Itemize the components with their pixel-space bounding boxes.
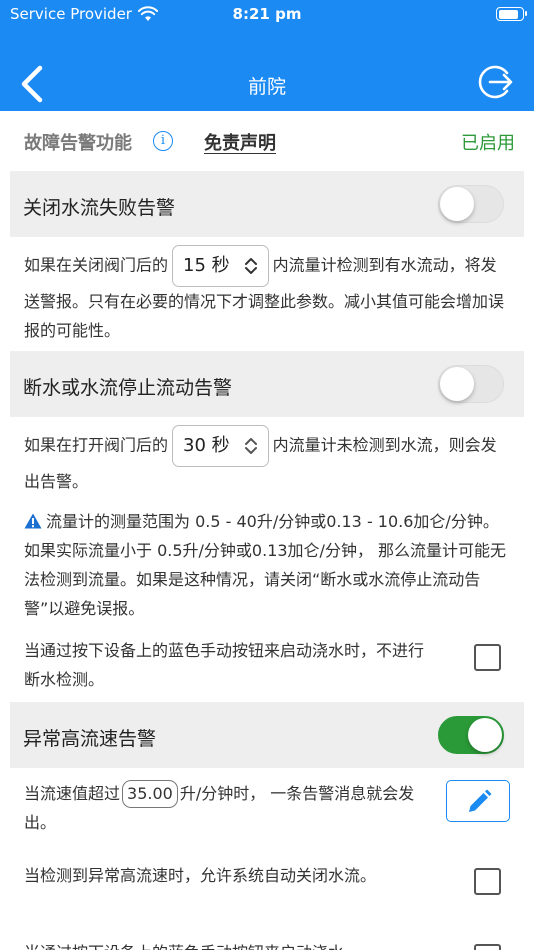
toggle-knob <box>440 187 474 221</box>
stop-flow-delay-select[interactable]: 30 秒 <box>172 425 269 467</box>
high-flow-threshold-value: 35.00 <box>122 780 178 808</box>
flow-range-warning: 流量计的测量范围为 0.5 - 40升/分钟或0.13 - 10.6加仑/分钟。… <box>24 507 510 623</box>
high-flow-manual-text: 当通过按下设备上的蓝色手动按钮来启动浇水 <box>24 938 424 950</box>
toggle-knob <box>440 367 474 401</box>
edit-threshold-button[interactable] <box>446 780 510 822</box>
stop-flow-title: 断水或水流停止流动告警 <box>23 377 233 399</box>
toggle-knob <box>468 718 502 752</box>
info-icon[interactable]: i <box>153 131 173 151</box>
warning-icon <box>24 513 42 529</box>
page-title: 前院 <box>247 76 286 98</box>
stop-flow-delay-value: 30 秒 <box>183 435 230 456</box>
up-down-chevron-icon <box>244 258 257 274</box>
pencil-icon <box>469 789 492 812</box>
close-fail-delay-value: 15 秒 <box>183 255 230 276</box>
feature-label: 故障告警功能 <box>24 133 132 154</box>
stop-flow-description: 如果在打开阀门后的 30 秒内流量计未检测到水流，则会发出告警。 <box>24 425 510 496</box>
high-flow-text-before: 当流速值超过 <box>24 784 121 803</box>
high-flow-manual-checkbox[interactable] <box>474 944 501 950</box>
app-header: Service Provider 8:21 pm 前院 <box>0 0 534 111</box>
high-flow-section-header: 异常高流速告警 <box>10 702 524 768</box>
close-fail-delay-select[interactable]: 15 秒 <box>172 245 269 287</box>
flow-range-warning-text: 流量计的测量范围为 0.5 - 40升/分钟或0.13 - 10.6加仑/分钟。… <box>24 512 507 618</box>
feature-status-row: 故障告警功能 i 免责声明 已启用 <box>0 111 534 171</box>
manual-skip-text: 当通过按下设备上的蓝色手动按钮来启动浇水时，不进行断水检测。 <box>24 641 425 689</box>
close-fail-text-before: 如果在关闭阀门后的 <box>24 255 169 275</box>
high-flow-description: 当流速值超过 35.00 升/分钟时， 一条告警消息就会发出。 <box>24 779 424 837</box>
high-flow-toggle[interactable] <box>438 716 504 754</box>
close-fail-description: 如果在关闭阀门后的 15 秒内流量计检测到有水流动，将发送警报。只有在必要的情况下… <box>24 245 510 345</box>
close-fail-toggle[interactable] <box>438 185 504 223</box>
auto-close-text: 当检测到异常高流速时，允许系统自动关闭水流。 <box>24 866 377 885</box>
auto-close-checkbox[interactable] <box>474 868 501 895</box>
stop-flow-section-header: 断水或水流停止流动告警 <box>10 351 524 417</box>
disclaimer-link[interactable]: 免责声明 <box>204 129 276 155</box>
stop-flow-text-before: 如果在打开阀门后的 <box>24 435 169 455</box>
status-bar: Service Provider 8:21 pm <box>0 0 534 30</box>
up-down-chevron-icon <box>244 438 257 454</box>
logout-icon[interactable] <box>476 62 516 102</box>
battery-level <box>498 9 519 19</box>
close-fail-title: 关闭水流失败告警 <box>23 197 176 219</box>
battery-icon <box>496 7 527 21</box>
stop-flow-toggle[interactable] <box>438 365 504 403</box>
high-flow-title: 异常高流速告警 <box>23 728 157 750</box>
enabled-status: 已启用 <box>461 133 515 154</box>
nav-bar: 前院 <box>0 58 534 110</box>
status-time: 8:21 pm <box>232 5 302 23</box>
manual-skip-checkbox[interactable] <box>474 644 501 671</box>
close-fail-section-header: 关闭水流失败告警 <box>10 171 524 237</box>
